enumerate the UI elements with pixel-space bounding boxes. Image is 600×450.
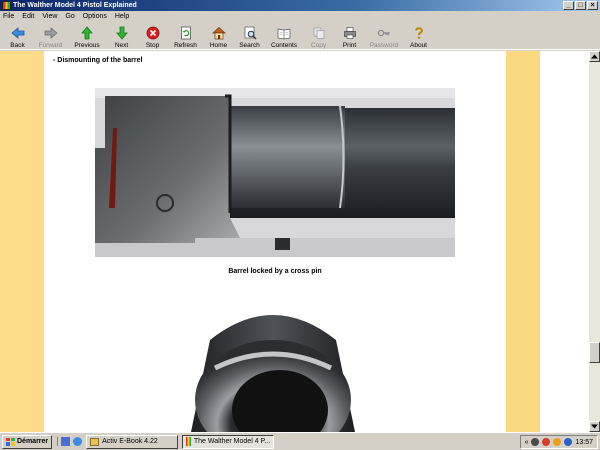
desktop-icon[interactable] (61, 437, 71, 446)
stop-label: Stop (145, 42, 160, 49)
task-walther-ebook[interactable]: The Walther Model 4 P... (182, 434, 275, 449)
forward-arrow-icon (44, 26, 58, 40)
app-icon (2, 1, 11, 10)
page-body: - Dismounting of the barrel Barrel locke… (44, 51, 506, 432)
refresh-icon (179, 26, 193, 40)
contents-book-icon (277, 26, 291, 40)
copy-icon (312, 26, 326, 40)
search-icon (243, 26, 257, 40)
network-icon[interactable] (531, 438, 540, 446)
window-title: The Walther Model 4 Pistol Explained (13, 2, 137, 9)
home-icon (211, 26, 226, 40)
back-button[interactable]: Back (2, 22, 33, 50)
start-label: Démarrer (17, 438, 49, 445)
menu-file[interactable]: File (3, 13, 14, 20)
chevron-up-icon (591, 54, 598, 59)
task-walther-ebook-label: The Walther Model 4 P... (193, 438, 271, 445)
barrel-cross-pin-photo (95, 88, 455, 257)
task-activ-ebook[interactable]: Activ E-Book 4.22 (86, 434, 179, 449)
previous-button[interactable]: Previous (68, 22, 106, 50)
password-label: Password (369, 42, 399, 49)
question-mark-icon (412, 26, 426, 40)
start-button[interactable]: Démarrer (2, 434, 53, 449)
vertical-scrollbar[interactable] (589, 51, 600, 432)
copy-button[interactable]: Copy (303, 22, 334, 50)
menu-bar: File Edit View Go Options Help (0, 11, 600, 22)
password-button[interactable]: Password (365, 22, 403, 50)
menu-help[interactable]: Help (115, 13, 129, 20)
print-button[interactable]: Print (334, 22, 365, 50)
task-activ-ebook-label: Activ E-Book 4.22 (102, 438, 158, 445)
maximize-button[interactable]: □ (575, 1, 586, 10)
down-arrow-icon (115, 26, 129, 40)
messenger-icon[interactable] (553, 438, 562, 446)
forward-label: Forward (38, 42, 63, 49)
back-label: Back (10, 42, 25, 49)
scroll-down-button[interactable] (589, 421, 600, 432)
scroll-thumb[interactable] (589, 342, 600, 363)
contents-label: Contents (270, 42, 298, 49)
right-margin-white (540, 51, 589, 432)
section-heading: - Dismounting of the barrel (53, 57, 143, 64)
search-label: Search (239, 42, 260, 49)
next-label: Next (114, 42, 129, 49)
barrel-end-photo (155, 300, 391, 432)
next-button[interactable]: Next (106, 22, 137, 50)
menu-edit[interactable]: Edit (22, 13, 34, 20)
minimize-button[interactable]: _ (563, 1, 574, 10)
back-arrow-icon (10, 26, 25, 40)
browser-icon[interactable] (73, 437, 83, 446)
menu-go[interactable]: Go (65, 13, 74, 20)
about-button[interactable]: About (403, 22, 434, 50)
key-icon (377, 26, 391, 40)
menu-view[interactable]: View (42, 13, 57, 20)
system-tray: « 13:57 (519, 435, 598, 449)
refresh-button[interactable]: Refresh (168, 22, 203, 50)
refresh-label: Refresh (174, 42, 197, 49)
document-viewport: - Dismounting of the barrel Barrel locke… (0, 51, 589, 432)
windows-logo-icon (6, 437, 15, 446)
printer-icon (343, 26, 357, 40)
copy-label: Copy (310, 42, 327, 49)
left-margin-band (0, 51, 44, 432)
previous-label: Previous (74, 42, 100, 49)
folder-icon (90, 437, 100, 446)
clock: 13:57 (575, 438, 593, 446)
close-button[interactable]: × (587, 1, 598, 10)
chevron-down-icon (591, 424, 598, 429)
about-label: About (410, 42, 427, 49)
stop-icon (146, 26, 160, 40)
toolbar: Back Forward Previous Next Stop Refresh (0, 22, 600, 50)
menu-options[interactable]: Options (83, 13, 107, 20)
taskbar: Démarrer Activ E-Book 4.22 The Walther M… (0, 432, 600, 450)
volume-icon[interactable] (564, 438, 573, 446)
ebook-app-icon (186, 437, 191, 446)
photo-caption: Barrel locked by a cross pin (228, 268, 322, 275)
search-button[interactable]: Search (234, 22, 265, 50)
tray-expand-icon[interactable]: « (525, 439, 529, 446)
scroll-up-button[interactable] (589, 51, 600, 62)
stop-button[interactable]: Stop (137, 22, 168, 50)
quick-launch (57, 437, 83, 446)
forward-button[interactable]: Forward (33, 22, 68, 50)
up-arrow-icon (80, 26, 94, 40)
home-button[interactable]: Home (203, 22, 234, 50)
right-margin-band (506, 51, 540, 432)
contents-button[interactable]: Contents (265, 22, 303, 50)
title-bar: The Walther Model 4 Pistol Explained _ □… (0, 0, 600, 11)
print-label: Print (342, 42, 357, 49)
home-label: Home (209, 42, 228, 49)
antivirus-icon[interactable] (542, 438, 551, 446)
